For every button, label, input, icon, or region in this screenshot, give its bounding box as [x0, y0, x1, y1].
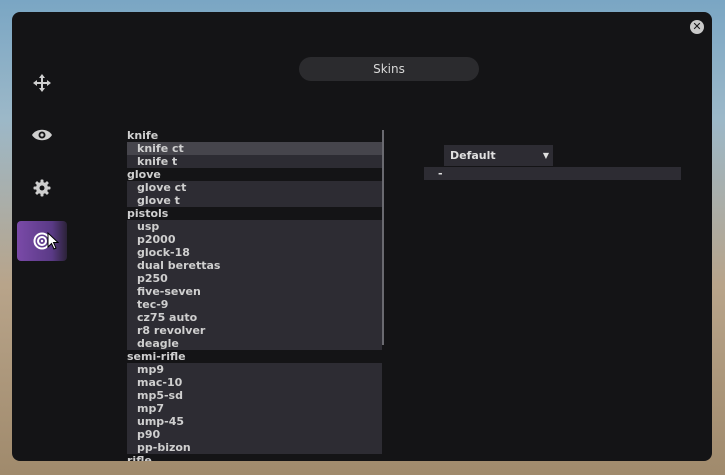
sidebar-item-visuals[interactable] — [17, 115, 67, 155]
list-item[interactable]: deagle — [127, 337, 382, 350]
group-pistols: usp p2000 glock-18 dual berettas p250 fi… — [127, 220, 382, 350]
list-item[interactable]: pp-bizon — [127, 441, 382, 454]
list-item[interactable]: five-seven — [127, 285, 382, 298]
list-item[interactable]: p90 — [127, 428, 382, 441]
cursor-icon — [47, 232, 59, 250]
list-item-knife-t[interactable]: knife t — [127, 155, 382, 168]
move-icon — [33, 74, 51, 92]
skin-select-value: Default — [450, 149, 496, 162]
gear-icon — [33, 179, 51, 197]
skin-category-list[interactable]: knife knife ct knife t glove glove ct gl… — [127, 129, 382, 461]
skin-value-text: - — [438, 167, 443, 180]
sidebar-item-settings[interactable] — [17, 168, 67, 208]
menu-window: ✕ Skins knife knife ct knife t glove glo… — [12, 12, 712, 461]
list-item[interactable]: mac-10 — [127, 376, 382, 389]
eye-icon — [32, 129, 52, 141]
list-item[interactable]: mp5-sd — [127, 389, 382, 402]
close-icon[interactable]: ✕ — [690, 20, 704, 34]
list-item-glove-t[interactable]: glove t — [127, 194, 382, 207]
group-glove: glove ct glove t — [127, 181, 382, 207]
list-item[interactable]: mp9 — [127, 363, 382, 376]
list-item[interactable]: tec-9 — [127, 298, 382, 311]
group-semi-rifle: mp9 mac-10 mp5-sd mp7 ump-45 p90 pp-bizo… — [127, 363, 382, 454]
list-item[interactable]: glock-18 — [127, 246, 382, 259]
skin-select-dropdown[interactable]: Default ▼ — [444, 145, 553, 166]
chevron-down-icon: ▼ — [542, 151, 549, 160]
group-label-semi-rifle: semi-rifle — [127, 350, 186, 363]
group-label-glove: glove — [127, 168, 161, 181]
list-item[interactable]: dual berettas — [127, 259, 382, 272]
list-item-knife-ct[interactable]: knife ct — [127, 142, 382, 155]
list-item[interactable]: p2000 — [127, 233, 382, 246]
list-item[interactable]: p250 — [127, 272, 382, 285]
skin-value-field[interactable]: - — [424, 167, 681, 180]
list-item[interactable]: r8 revolver — [127, 324, 382, 337]
group-label-rifle: rifle — [127, 454, 152, 461]
group-label-pistols: pistols — [127, 207, 169, 220]
list-scrollbar[interactable] — [382, 130, 384, 345]
group-label-knife: knife — [127, 129, 159, 142]
sidebar-item-skins[interactable] — [17, 221, 67, 261]
sidebar-item-move[interactable] — [17, 63, 67, 103]
list-item-glove-ct[interactable]: glove ct — [127, 181, 382, 194]
list-item[interactable]: usp — [127, 220, 382, 233]
list-item[interactable]: cz75 auto — [127, 311, 382, 324]
page-title: Skins — [299, 57, 479, 81]
list-item[interactable]: mp7 — [127, 402, 382, 415]
group-knife: knife ct knife t — [127, 142, 382, 168]
list-item[interactable]: ump-45 — [127, 415, 382, 428]
